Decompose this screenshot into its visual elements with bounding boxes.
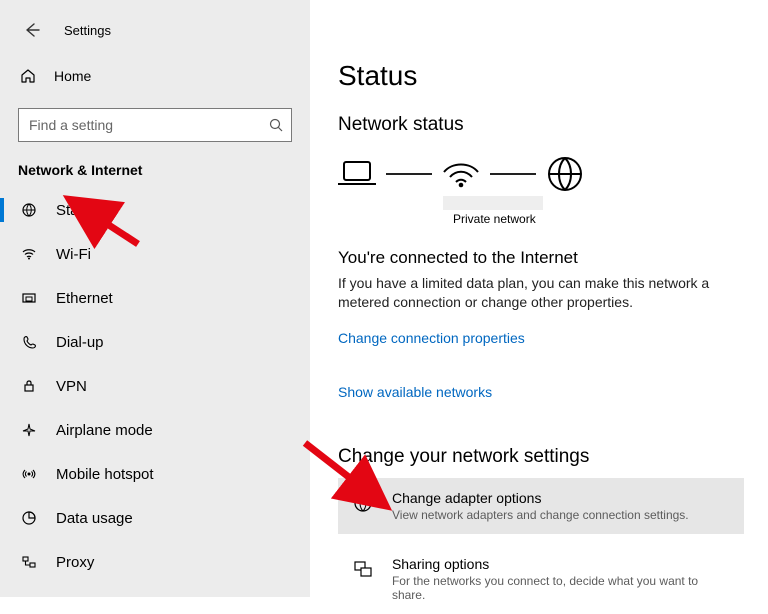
link-available-networks[interactable]: Show available networks bbox=[338, 384, 744, 400]
diagram-line bbox=[490, 173, 536, 175]
vpn-icon bbox=[20, 378, 38, 394]
nav-hotspot[interactable]: Mobile hotspot bbox=[0, 452, 310, 496]
page-heading: Status bbox=[338, 60, 744, 92]
nav-dialup-label: Dial-up bbox=[56, 334, 104, 351]
connected-description: If you have a limited data plan, you can… bbox=[338, 274, 738, 312]
change-settings-heading: Change your network settings bbox=[338, 446, 744, 468]
nav-ethernet[interactable]: Ethernet bbox=[0, 276, 310, 320]
sharing-icon bbox=[352, 558, 376, 580]
connected-title: You're connected to the Internet bbox=[338, 248, 744, 268]
nav-ethernet-label: Ethernet bbox=[56, 290, 113, 307]
option-sharing-title: Sharing options bbox=[392, 556, 734, 572]
nav-wifi-label: Wi-Fi bbox=[56, 246, 91, 263]
network-diagram bbox=[334, 154, 744, 194]
laptop-icon bbox=[334, 156, 380, 192]
nav-datausage[interactable]: Data usage bbox=[0, 496, 310, 540]
nav-vpn[interactable]: VPN bbox=[0, 364, 310, 408]
nav-airplane[interactable]: Airplane mode bbox=[0, 408, 310, 452]
proxy-icon bbox=[20, 554, 38, 570]
home-icon bbox=[20, 68, 36, 84]
back-arrow-icon bbox=[23, 21, 41, 39]
search-icon bbox=[268, 117, 284, 133]
hotspot-icon bbox=[20, 466, 38, 482]
option-adapter-desc: View network adapters and change connect… bbox=[392, 508, 689, 522]
nav-wifi[interactable]: Wi-Fi bbox=[0, 232, 310, 276]
nav-vpn-label: VPN bbox=[56, 378, 87, 395]
redacted-ssid bbox=[443, 196, 543, 210]
content-area: Status Network status Private network Yo… bbox=[310, 0, 768, 597]
option-change-adapter[interactable]: Change adapter options View network adap… bbox=[338, 478, 744, 534]
nav-proxy-label: Proxy bbox=[56, 554, 94, 571]
datausage-icon bbox=[20, 510, 38, 526]
app-title: Settings bbox=[64, 23, 111, 38]
sidebar: Settings Home Network & Internet Status bbox=[0, 0, 310, 597]
nav-airplane-label: Airplane mode bbox=[56, 422, 153, 439]
option-sharing-desc: For the networks you connect to, decide … bbox=[392, 574, 734, 602]
adapter-icon bbox=[352, 492, 376, 514]
diagram-label: Private network bbox=[338, 212, 744, 226]
sidebar-section-title: Network & Internet bbox=[18, 162, 310, 178]
option-sharing[interactable]: Sharing options For the networks you con… bbox=[338, 544, 744, 614]
ethernet-icon bbox=[20, 290, 38, 306]
wifi-icon bbox=[20, 246, 38, 262]
network-status-heading: Network status bbox=[338, 114, 744, 136]
search-input[interactable] bbox=[18, 108, 292, 142]
link-connection-properties[interactable]: Change connection properties bbox=[338, 330, 744, 346]
dialup-icon bbox=[20, 334, 38, 350]
nav-proxy[interactable]: Proxy bbox=[0, 540, 310, 584]
nav-status-label: Status bbox=[56, 202, 99, 219]
back-button[interactable] bbox=[20, 18, 44, 42]
diagram-line bbox=[386, 173, 432, 175]
nav-status[interactable]: Status bbox=[0, 188, 310, 232]
nav-home[interactable]: Home bbox=[0, 56, 310, 96]
nav-home-label: Home bbox=[54, 68, 91, 84]
airplane-icon bbox=[20, 422, 38, 438]
wifi-signal-icon bbox=[438, 156, 484, 192]
nav-datausage-label: Data usage bbox=[56, 510, 133, 527]
globe-icon bbox=[542, 154, 588, 194]
option-adapter-title: Change adapter options bbox=[392, 490, 689, 506]
nav-dialup[interactable]: Dial-up bbox=[0, 320, 310, 364]
status-icon bbox=[20, 202, 38, 218]
nav-hotspot-label: Mobile hotspot bbox=[56, 466, 154, 483]
